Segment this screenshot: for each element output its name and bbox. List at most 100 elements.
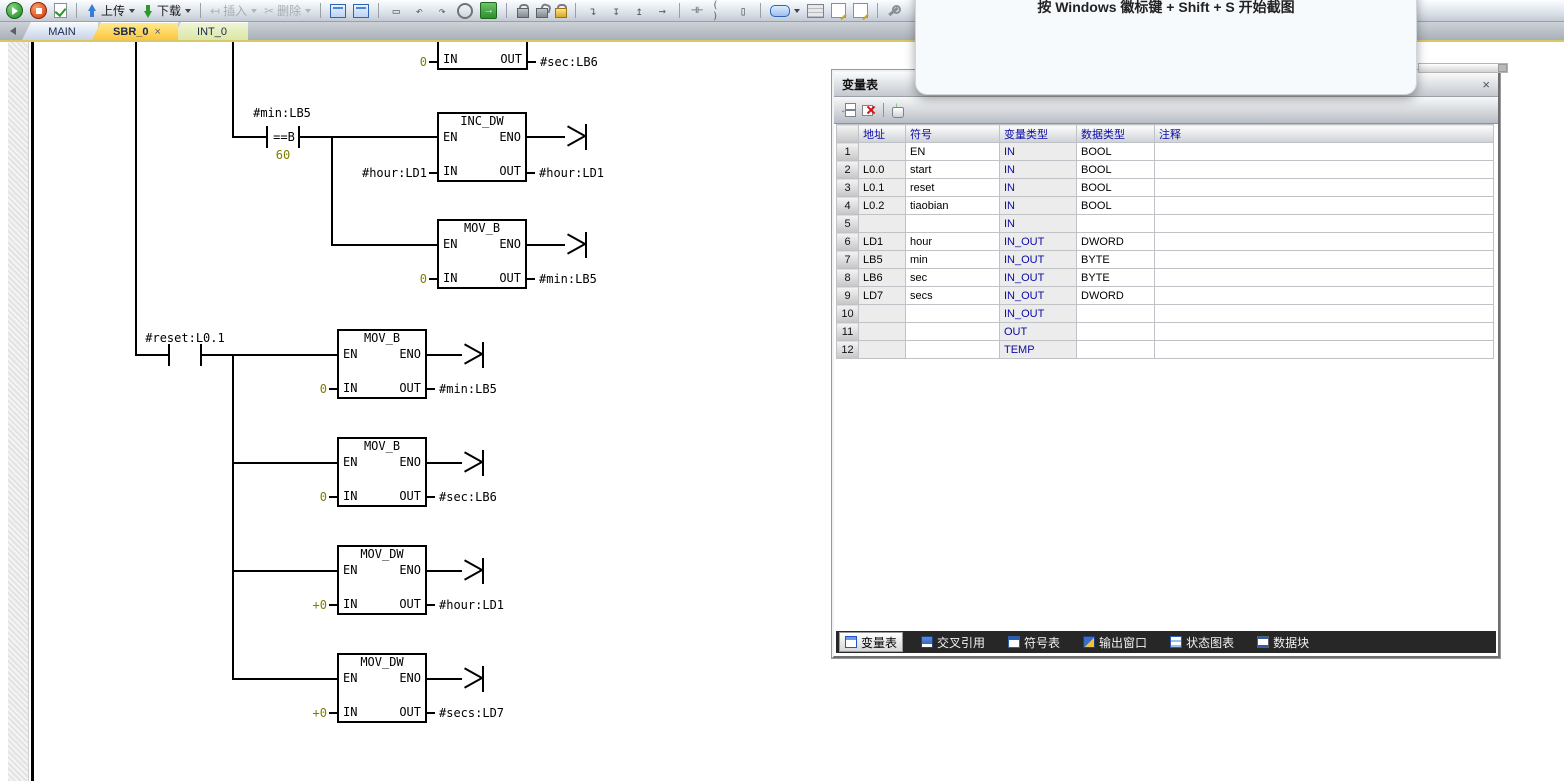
cell-comment[interactable] <box>1155 233 1494 251</box>
row-number[interactable]: 12 <box>837 341 859 359</box>
download-button[interactable]: 下载 <box>140 2 193 20</box>
cell-datatype[interactable]: BYTE <box>1077 269 1155 287</box>
insert-contact-button[interactable]: ⊣⊢ <box>687 2 707 20</box>
tab-scroll-left-icon[interactable] <box>10 27 16 35</box>
insert-row-button[interactable]: ← <box>840 103 856 117</box>
ladder-block-movb[interactable]: MOV_B EN ENO IN OUT <box>437 219 527 289</box>
contact-operator[interactable]: ==B <box>270 130 298 144</box>
row-number[interactable]: 6 <box>837 233 859 251</box>
cell-symbol[interactable]: tiaobian <box>906 197 1000 215</box>
cell-address[interactable]: L0.2 <box>859 197 906 215</box>
cell-address[interactable] <box>859 305 906 323</box>
cell-comment[interactable] <box>1155 143 1494 161</box>
cell-symbol[interactable]: reset <box>906 179 1000 197</box>
cell-datatype[interactable]: DWORD <box>1077 233 1155 251</box>
cell-symbol[interactable] <box>906 341 1000 359</box>
open-branch-arrow[interactable] <box>462 666 484 692</box>
tab-sbr0[interactable]: SBR_0× <box>92 22 178 40</box>
cell-comment[interactable] <box>1155 179 1494 197</box>
cell-symbol[interactable]: hour <box>906 233 1000 251</box>
upload-button[interactable]: 上传 <box>84 2 137 20</box>
cell-datatype[interactable]: BYTE <box>1077 251 1155 269</box>
run-button[interactable] <box>4 2 25 20</box>
snip-notification[interactable]: 按 Windows 徽标键 + Shift + S 开始截图 <box>915 0 1417 95</box>
table-view-button[interactable] <box>805 2 826 20</box>
cell-vartype[interactable]: IN <box>1000 179 1077 197</box>
line-down-button[interactable]: ↴ <box>583 2 603 20</box>
run-mode-button[interactable]: → <box>478 2 499 20</box>
open-branch-arrow[interactable] <box>462 342 484 368</box>
tab-close-icon[interactable]: × <box>155 26 161 38</box>
import-symbols-button[interactable]: ↓ <box>890 103 905 118</box>
cell-address[interactable]: L0.0 <box>859 161 906 179</box>
row-number[interactable]: 7 <box>837 251 859 269</box>
horizontal-scrollbar[interactable] <box>1418 63 1508 73</box>
cell-vartype[interactable]: IN <box>1000 161 1077 179</box>
insert-coil-button[interactable]: ( ) <box>710 2 730 20</box>
cell-symbol[interactable] <box>906 323 1000 341</box>
tab-int0[interactable]: INT_0 <box>172 22 248 40</box>
cell-address[interactable] <box>859 323 906 341</box>
cell-symbol[interactable]: min <box>906 251 1000 269</box>
delete-row-button[interactable] <box>862 103 877 117</box>
bottom-tab-data-block[interactable]: 数据块 <box>1252 633 1314 651</box>
insert-box-button[interactable]: ▯ <box>733 2 753 20</box>
row-number[interactable]: 9 <box>837 287 859 305</box>
cell-comment[interactable] <box>1155 305 1494 323</box>
redo-button[interactable]: ↷ <box>432 2 452 20</box>
col-header-symbol[interactable]: 符号 <box>906 125 1000 143</box>
cell-address[interactable] <box>859 143 906 161</box>
cell-comment[interactable] <box>1155 215 1494 233</box>
cell-vartype[interactable]: IN_OUT <box>1000 287 1077 305</box>
unlock-button[interactable] <box>533 2 549 20</box>
edit-note-button[interactable] <box>829 2 848 20</box>
cell-address[interactable]: LB6 <box>859 269 906 287</box>
ladder-block-movb[interactable]: MOV_B EN ENO IN OUT <box>337 437 427 507</box>
cell-address[interactable] <box>859 215 906 233</box>
cell-comment[interactable] <box>1155 269 1494 287</box>
junction-up-button[interactable]: ↥ <box>629 2 649 20</box>
cell-symbol[interactable] <box>906 305 1000 323</box>
cell-datatype[interactable]: BOOL <box>1077 161 1155 179</box>
frame-button[interactable]: ▭ <box>386 2 406 20</box>
cell-comment[interactable] <box>1155 287 1494 305</box>
junction-down-button[interactable]: ↧ <box>606 2 626 20</box>
cell-vartype[interactable]: IN_OUT <box>1000 251 1077 269</box>
delete-button[interactable]: ✂ 删除 <box>262 2 313 20</box>
bottom-tab-symbol-table[interactable]: 符号表 <box>1003 633 1065 651</box>
cell-datatype[interactable] <box>1077 323 1155 341</box>
ladder-block-top[interactable]: IN OUT <box>437 42 528 70</box>
open-branch-arrow[interactable] <box>462 558 484 584</box>
row-number[interactable]: 5 <box>837 215 859 233</box>
cell-comment[interactable] <box>1155 197 1494 215</box>
insert-button[interactable]: ↤ 插入 <box>208 2 259 20</box>
col-header-address[interactable]: 地址 <box>859 125 906 143</box>
row-number[interactable]: 1 <box>837 143 859 161</box>
edit-table-button[interactable] <box>851 2 870 20</box>
contact-pole[interactable] <box>168 344 170 366</box>
cell-address[interactable]: LB5 <box>859 251 906 269</box>
cell-datatype[interactable] <box>1077 215 1155 233</box>
col-header-comment[interactable]: 注释 <box>1155 125 1494 143</box>
cell-vartype[interactable]: IN <box>1000 215 1077 233</box>
bottom-tab-cross-reference[interactable]: 交叉引用 <box>916 633 990 651</box>
tab-main[interactable]: MAIN <box>22 22 98 40</box>
row-number[interactable]: 8 <box>837 269 859 287</box>
cell-vartype[interactable]: IN_OUT <box>1000 305 1077 323</box>
row-number[interactable]: 2 <box>837 161 859 179</box>
ladder-block-incdw[interactable]: INC_DW EN ENO IN OUT <box>437 112 527 182</box>
line-right-button[interactable]: → <box>652 2 672 20</box>
col-header-datatype[interactable]: 数据类型 <box>1077 125 1155 143</box>
row-number[interactable]: 11 <box>837 323 859 341</box>
row-number[interactable]: 10 <box>837 305 859 323</box>
row-number[interactable]: 4 <box>837 197 859 215</box>
cell-datatype[interactable]: BOOL <box>1077 179 1155 197</box>
password-lock-button[interactable] <box>552 2 568 20</box>
cell-comment[interactable] <box>1155 251 1494 269</box>
cell-symbol[interactable] <box>906 215 1000 233</box>
cell-datatype[interactable] <box>1077 305 1155 323</box>
corner-cell[interactable] <box>837 125 859 143</box>
ladder-block-movdw[interactable]: MOV_DW EN ENO IN OUT <box>337 545 427 615</box>
open-branch-arrow[interactable] <box>565 124 587 150</box>
cell-comment[interactable] <box>1155 323 1494 341</box>
